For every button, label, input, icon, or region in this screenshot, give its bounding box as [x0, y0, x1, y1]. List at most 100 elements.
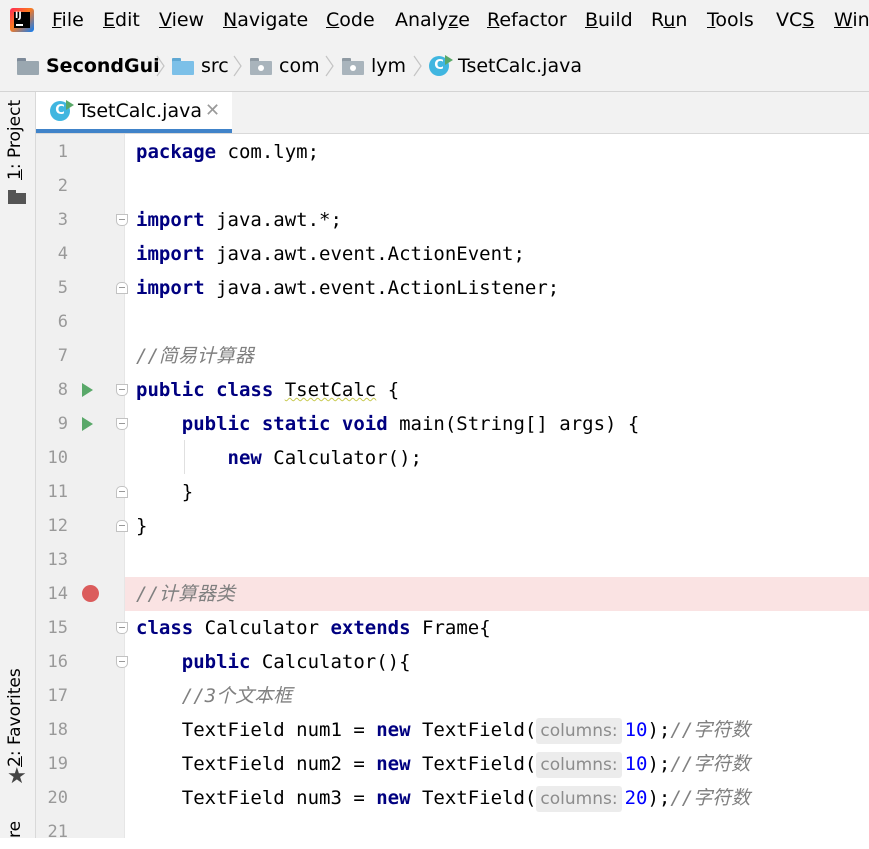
code-token: 10: [624, 719, 648, 741]
code-token: );: [647, 753, 671, 775]
code-token: import: [136, 243, 205, 265]
code-line[interactable]: TextField num1 = new TextField(columns: 1…: [125, 713, 869, 747]
line-number[interactable]: 11: [36, 475, 68, 509]
run-gutter-icon[interactable]: [82, 417, 93, 431]
code-line[interactable]: //3个文本框: [125, 679, 869, 713]
line-number[interactable]: 17: [36, 679, 68, 713]
code-line[interactable]: new Calculator();: [125, 441, 869, 475]
intellij-logo-icon: IJ: [10, 8, 34, 32]
menu-tools[interactable]: Tools: [707, 8, 754, 32]
run-gutter-icon[interactable]: [82, 383, 93, 397]
breadcrumb-project[interactable]: SecondGui: [17, 53, 160, 79]
code-line[interactable]: }: [125, 509, 869, 543]
line-number[interactable]: 13: [36, 543, 68, 577]
line-number[interactable]: 9: [36, 407, 68, 441]
code-line[interactable]: [125, 169, 869, 203]
package-icon: [342, 57, 364, 75]
code-token: Calculator();: [261, 447, 422, 469]
star-icon: ★: [7, 764, 27, 789]
code-token: main(String[] args) {: [387, 413, 640, 435]
fold-marker-icon[interactable]: [116, 214, 128, 227]
menu-view[interactable]: View: [159, 8, 204, 32]
code-token: new: [376, 719, 411, 741]
breadcrumb-file[interactable]: C TsetCalc.java: [429, 53, 582, 79]
fold-marker-icon[interactable]: [116, 656, 128, 669]
line-number[interactable]: 6: [36, 305, 68, 339]
fold-marker-icon[interactable]: [116, 384, 128, 397]
menu-run[interactable]: Run: [651, 8, 687, 32]
structure-tool-window-tab[interactable]: re: [5, 821, 25, 838]
editor-tab-tsetcalc[interactable]: C TsetCalc.java ✕: [36, 92, 232, 133]
line-number[interactable]: 3: [36, 203, 68, 237]
menu-edit[interactable]: Edit: [103, 8, 140, 32]
close-icon[interactable]: ✕: [205, 100, 220, 121]
fold-marker-icon[interactable]: [116, 418, 128, 431]
line-number[interactable]: 20: [36, 781, 68, 815]
fold-marker-icon[interactable]: [116, 622, 128, 635]
menu-code[interactable]: Code: [326, 8, 375, 32]
code-line[interactable]: //简易计算器: [125, 339, 869, 373]
breakpoint-icon[interactable]: [82, 585, 99, 602]
code-line[interactable]: TextField num2 = new TextField(columns: 1…: [125, 747, 869, 781]
parameter-hint: columns:: [536, 752, 622, 778]
code-line[interactable]: TextField num3 = new TextField(columns: 2…: [125, 781, 869, 815]
line-number[interactable]: 16: [36, 645, 68, 679]
code-token: TextField(: [410, 787, 537, 809]
line-number[interactable]: 2: [36, 169, 68, 203]
favorites-tool-window-tab[interactable]: 2: Favorites: [5, 668, 25, 767]
code-line[interactable]: [125, 543, 869, 577]
line-number[interactable]: 8: [36, 373, 68, 407]
code-token: TextField(: [410, 753, 537, 775]
line-number[interactable]: 4: [36, 237, 68, 271]
code-token: //3个文本框: [181, 685, 293, 707]
code-line[interactable]: public static void main(String[] args) {: [125, 407, 869, 441]
line-number[interactable]: 12: [36, 509, 68, 543]
breadcrumb-src[interactable]: src: [172, 53, 229, 79]
code-token: 20: [624, 787, 648, 809]
code-line[interactable]: [125, 305, 869, 339]
line-number[interactable]: 14: [36, 577, 68, 611]
code-line[interactable]: class Calculator extends Frame{: [125, 611, 869, 645]
project-folder-icon: [17, 57, 39, 75]
line-number[interactable]: 21: [36, 815, 68, 849]
fold-marker-icon[interactable]: [116, 520, 128, 533]
code-line[interactable]: public Calculator(){: [125, 645, 869, 679]
code-line[interactable]: import java.awt.*;: [125, 203, 869, 237]
code-line[interactable]: }: [125, 475, 869, 509]
menu-file[interactable]: File: [52, 8, 84, 32]
code-token: //计算器类: [136, 583, 235, 605]
project-tool-window-tab[interactable]: 1: Project: [5, 100, 25, 180]
line-number[interactable]: 7: [36, 339, 68, 373]
editor-tab-label: TsetCalc.java: [78, 99, 202, 122]
code-line[interactable]: [125, 815, 869, 849]
menu-window[interactable]: Win: [834, 8, 869, 32]
breadcrumb-com[interactable]: com: [250, 53, 320, 79]
line-number[interactable]: 19: [36, 747, 68, 781]
breadcrumb-separator-icon: [413, 55, 422, 77]
code-token: TextField(: [410, 719, 537, 741]
line-number[interactable]: 1: [36, 135, 68, 169]
menu-build[interactable]: Build: [585, 8, 633, 32]
line-number[interactable]: 18: [36, 713, 68, 747]
menu-analyze[interactable]: Analyze: [395, 8, 470, 32]
line-number[interactable]: 10: [36, 441, 68, 475]
code-line[interactable]: import java.awt.event.ActionListener;: [125, 271, 869, 305]
code-token: );: [647, 787, 671, 809]
fold-marker-icon[interactable]: [116, 282, 128, 295]
code-line[interactable]: import java.awt.event.ActionEvent;: [125, 237, 869, 271]
line-number[interactable]: 5: [36, 271, 68, 305]
fold-marker-icon[interactable]: [116, 486, 128, 499]
code-token: new: [376, 753, 411, 775]
menu-vcs[interactable]: VCS: [776, 8, 814, 32]
breadcrumb-lym[interactable]: lym: [342, 53, 406, 79]
code-token: TextField num3 =: [136, 787, 377, 809]
code-line[interactable]: //计算器类: [125, 577, 869, 611]
project-folder-icon: [8, 190, 26, 204]
menu-navigate[interactable]: Navigate: [223, 8, 308, 32]
code-line[interactable]: package com.lym;: [125, 135, 869, 169]
line-number[interactable]: 15: [36, 611, 68, 645]
code-line[interactable]: public class TsetCalc {: [125, 373, 869, 407]
menu-refactor[interactable]: Refactor: [487, 8, 567, 32]
